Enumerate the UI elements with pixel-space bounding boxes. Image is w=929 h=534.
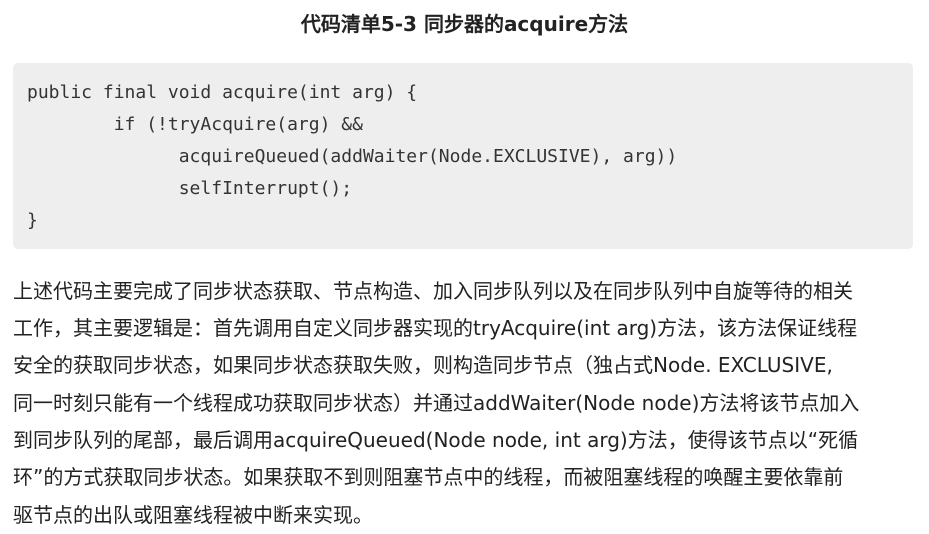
paragraph-line: 上述代码主要完成了同步状态获取、节点构造、加入同步队列以及在同步队列中自旋等待的… xyxy=(13,279,853,303)
paragraph-line: 工作，其主要逻辑是：首先调用自定义同步器实现的tryAcquire(int ar… xyxy=(13,316,858,340)
document-page: 代码清单5-3 同步器的acquire方法 public final void … xyxy=(0,0,929,534)
code-line: public final void acquire(int arg) { xyxy=(27,82,418,103)
code-line: acquireQueued(addWaiter(Node.EXCLUSIVE),… xyxy=(27,146,678,167)
paragraph-line: 驱节点的出队或阻塞线程被中断来实现。 xyxy=(13,503,373,527)
paragraph-line: 同一时刻只能有一个线程成功获取同步状态）并通过addWaiter(Node no… xyxy=(13,391,860,415)
paragraph-line: 到同步队列的尾部，最后调用acquireQueued(Node node, in… xyxy=(13,428,859,452)
code-line: if (!tryAcquire(arg) && xyxy=(27,114,363,135)
code-line: } xyxy=(27,210,38,231)
listing-title: 代码清单5-3 同步器的acquire方法 xyxy=(300,12,629,36)
paragraph-line: 安全的获取同步状态，如果同步状态获取失败，则构造同步节点（独占式Node. EX… xyxy=(13,353,833,377)
code-block: public final void acquire(int arg) { if … xyxy=(13,63,913,249)
code-line: selfInterrupt(); xyxy=(27,178,353,199)
paragraph-line: 环”的方式获取同步状态。如果获取不到则阻塞节点中的线程，而被阻塞线程的唤醒主要依… xyxy=(13,465,844,489)
